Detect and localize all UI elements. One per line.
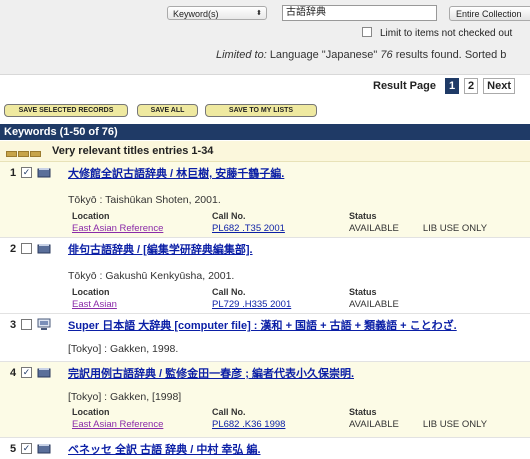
pagination: Result Page 1 2 Next [373,78,515,94]
computer-file-icon [37,318,51,330]
call-number-link[interactable]: PL729 .H335 2001 [212,299,291,310]
record-checkbox[interactable] [21,243,32,254]
record-number: 2 [10,243,17,255]
call-no-header: Call No. [212,287,246,297]
record-number: 4 [10,367,17,379]
call-no-header: Call No. [212,407,246,417]
record-checkbox[interactable]: ✓ [21,167,32,178]
relevance-group-header: Very relevant titles entries 1-34 [0,141,530,162]
record-imprint: Tōkyō : Taishūkan Shoten, 2001. [68,194,221,206]
limit-available-row: Limit to items not checked out [362,27,512,39]
search-input[interactable]: 古語辞典 [282,5,437,21]
location-header: Location [72,407,110,417]
results-header: Keywords (1-50 of 76) [0,124,530,140]
call-number-link[interactable]: PL682 .T35 2001 [212,223,285,234]
status-header: Status [349,287,377,297]
search-field-select[interactable]: Keyword(s) ⬍ [167,6,267,20]
limited-to-value: Language "Japanese" [269,49,378,61]
relevance-label: Very relevant titles entries 1-34 [52,145,214,157]
book-icon [37,444,51,454]
record-title-link[interactable]: 完訳用例古語辞典 / 監修金田一春彦 ; 編者代表小久保崇明. [68,365,354,381]
location-link[interactable]: East Asian Reference [72,223,163,234]
save-to-my-lists-button[interactable]: SAVE TO MY LISTS [205,104,317,117]
location-header: Location [72,211,110,221]
record-title-link[interactable]: 俳句古語辞典 / [編集学研辞典編集部]. [68,241,253,257]
sorted-by-text: Sorted b [464,49,507,61]
record-row: 1 ✓ 大修館全訳古語辞典 / 林巨樹, 安藤千鶴子編. Tōkyō : Tai… [0,162,530,238]
book-icon [37,168,51,178]
limit-available-label: Limit to items not checked out [380,28,513,39]
record-checkbox[interactable]: ✓ [21,443,32,454]
record-number: 5 [10,443,17,455]
record-title-link[interactable]: Super 日本語 大辞典 [computer file] : 漢和 + 国語 … [68,317,457,333]
search-field-label: Keyword(s) [173,9,219,19]
location-header: Location [72,287,110,297]
call-number-link[interactable]: PL682 .K36 1998 [212,419,285,430]
status-value: AVAILABLE [349,299,399,310]
record-checkbox[interactable]: ✓ [21,367,32,378]
record-title-link[interactable]: ベネッセ 全訳 古語 辞典 / 中村 幸弘 編. [68,441,261,457]
scope-button[interactable]: Entire Collection [449,6,530,21]
record-number: 3 [10,319,17,331]
relevance-bars-icon [6,149,42,160]
save-all-button[interactable]: SAVE ALL [137,104,198,117]
record-imprint: [Tokyo] : Gakken, [1998] [68,391,182,403]
page-1-link[interactable]: 1 [445,78,460,94]
record-number: 1 [10,167,17,179]
record-row: 3 Super 日本語 大辞典 [computer file] : 漢和 + 国… [0,314,530,362]
result-page-label: Result Page [373,80,436,92]
location-link[interactable]: East Asian [72,299,117,310]
record-title-link[interactable]: 大修館全訳古語辞典 / 林巨樹, 安藤千鶴子編. [68,165,284,181]
results-count: 76 [380,49,393,61]
record-row: 4 ✓ 完訳用例古語辞典 / 監修金田一春彦 ; 編者代表小久保崇明. [Tok… [0,362,530,438]
status-value: AVAILABLE [349,223,399,234]
record-imprint: [Tokyo] : Gakken, 1998. [68,343,179,355]
updown-arrow-icon: ⬍ [256,10,262,17]
next-page-link[interactable]: Next [483,78,515,94]
item-status: AVAILABLE LIB USE ONLY [349,419,487,430]
record-checkbox[interactable] [21,319,32,330]
item-status: AVAILABLE [349,299,399,310]
limit-available-checkbox[interactable] [362,27,372,37]
book-icon [37,368,51,378]
results-count-suffix: results found. [395,49,462,61]
record-row: 5 ✓ ベネッセ 全訳 古語 辞典 / 中村 幸弘 編. [0,438,530,459]
item-status: AVAILABLE LIB USE ONLY [349,223,487,234]
page-2-link[interactable]: 2 [464,78,479,94]
save-selected-records-button[interactable]: SAVE SELECTED RECORDS [4,104,128,117]
status-value: AVAILABLE [349,419,399,430]
location-link[interactable]: East Asian Reference [72,419,163,430]
limited-to-label: Limited to: [216,49,267,61]
search-area: Keyword(s) ⬍ 古語辞典 Entire Collection Limi… [0,0,530,100]
status-header: Status [349,407,377,417]
record-row: 2 俳句古語辞典 / [編集学研辞典編集部]. Tōkyō : Gakushū … [0,238,530,314]
results-summary: Limited to: Language "Japanese" 76 resul… [216,49,506,61]
status-header: Status [349,211,377,221]
book-icon [37,244,51,254]
status-note: LIB USE ONLY [422,419,488,430]
record-imprint: Tōkyō : Gakushū Kenkyūsha, 2001. [68,270,235,282]
call-no-header: Call No. [212,211,246,221]
status-note: LIB USE ONLY [422,223,488,234]
